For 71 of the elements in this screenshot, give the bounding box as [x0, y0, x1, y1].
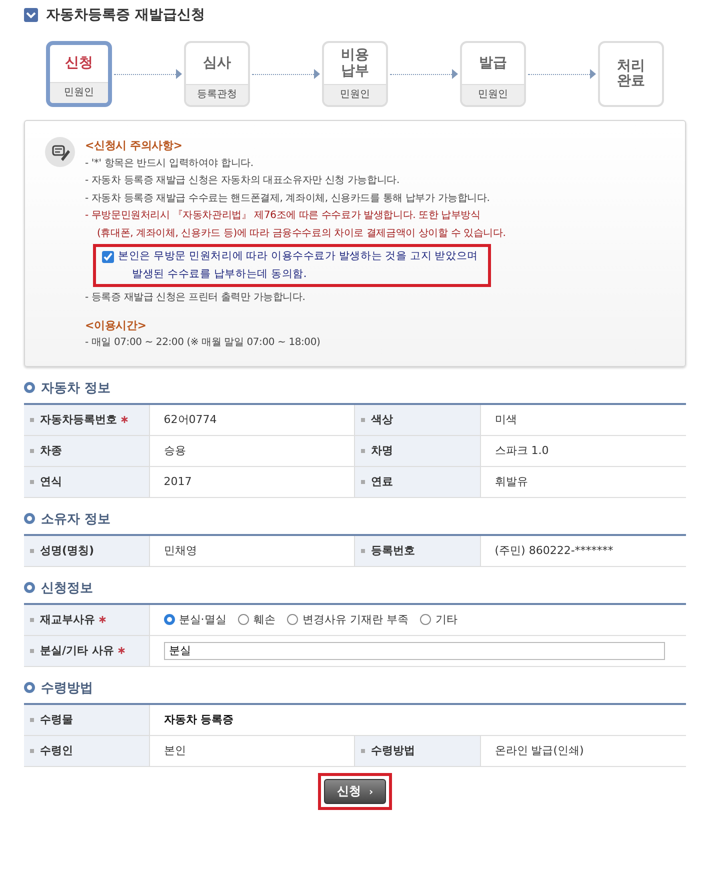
field-label: 색상: [370, 412, 393, 427]
bullet-icon: [30, 648, 34, 652]
field-label: 차종: [40, 443, 62, 458]
process-step: 신청 민원인: [46, 41, 112, 107]
field-label: 등록번호: [370, 543, 415, 558]
process-step: 심사 등록관청: [184, 41, 250, 107]
field-label: 연식: [40, 474, 62, 489]
page-title: 자동차등록증 재발급신청: [46, 6, 205, 24]
consent-text: 본인은 무방문 민원처리에 따라 이용수수료가 발생하는 것을 고지 받았으며 발생된 수수료를 납부하는데 동의함.: [118, 249, 478, 282]
consent-checkbox[interactable]: [102, 251, 114, 263]
field-label: 성명(명칭): [40, 543, 94, 558]
bullet-icon: [30, 548, 34, 552]
field-label: 차명: [370, 443, 393, 458]
radio-option[interactable]: 변경사유 기재란 부족: [287, 612, 408, 627]
bullet-icon: [360, 748, 365, 752]
bullet-icon: [360, 548, 365, 552]
field-label: 수령물: [40, 712, 73, 727]
process-step: 처리 완료: [598, 41, 664, 107]
notice-heading: <신청시 주의사항>: [85, 138, 184, 154]
reason-input[interactable]: 분실: [164, 642, 666, 660]
field-label: 수령인: [40, 743, 73, 758]
asterisk-icon: [118, 647, 125, 654]
section-title: 소유자 정보: [41, 510, 111, 528]
memo-icon: [45, 137, 75, 167]
section-title: 신청정보: [41, 580, 93, 596]
hours-heading: <이용시간>: [85, 318, 148, 334]
bullet-icon: [24, 382, 35, 393]
warning-text: - 무방문민원처리시 『자동차관리법』 제76조에 따른 수수료가 발생합니다. 또한 납부방식 (휴대폰, 계좌이체, 신용카드 등)에 따라 금융수수료의 차이로 결제금액이 상이할 수 있습니다.: [85, 208, 506, 240]
bullet-icon: [30, 748, 34, 752]
bullet-icon: [30, 718, 34, 722]
bullet-icon: [30, 418, 34, 422]
bullet-icon: [360, 480, 365, 484]
bullet-icon: [24, 513, 35, 524]
section-title: 수령방법: [41, 680, 93, 696]
field-label: 분실/기타 사유: [40, 643, 114, 658]
arrow-icon: [250, 69, 322, 79]
table-cell-text: 온라인 발급(인쇄): [494, 743, 585, 759]
hours-text: - 매일 07:00 ~ 22:00 (※ 매월 말일 07:00 ~ 18:00): [85, 336, 322, 350]
arrow-icon: [526, 69, 598, 79]
notice-text: - 등록증 재발급 신청은 프린터 출력만 가능합니다.: [85, 291, 306, 305]
section-title: 자동차 정보: [41, 380, 111, 396]
process-step: 비용 납부 민원인: [322, 41, 388, 107]
radio-option[interactable]: 기타: [420, 612, 458, 627]
notice-text: - 자동차 등록증 재발급 수수료는 핸드폰결제, 계좌이체, 신용카드를 통해 납부가 가능합니다.: [85, 192, 491, 206]
submit-button[interactable]: 신청 ›: [324, 778, 386, 804]
asterisk-icon: [121, 416, 128, 423]
field-label: 자동차등록번호: [40, 412, 117, 427]
field-label: 재교부사유: [40, 612, 95, 627]
field-label: 수령방법: [370, 743, 415, 758]
arrow-icon: [112, 69, 184, 79]
table-cell-text: (주민) 860222-*******: [494, 543, 614, 559]
bullet-icon: [30, 448, 34, 452]
table-cell-text: 자동차 등록증: [162, 712, 235, 728]
arrow-icon: [388, 69, 460, 79]
table-cell-text: 휘발유: [494, 474, 529, 490]
radio-option[interactable]: 분실·멸실: [164, 612, 226, 627]
field-label: 연료: [370, 474, 393, 489]
table-cell-text: 미색: [494, 412, 518, 428]
bullet-icon: [24, 682, 35, 693]
bullet-icon: [360, 448, 365, 452]
table-cell-text: 스파크 1.0: [494, 443, 550, 459]
bullet-icon: [360, 418, 365, 422]
bullet-icon: [24, 582, 35, 593]
radio-option[interactable]: 훼손: [238, 612, 276, 627]
checkbox-icon: [24, 8, 38, 22]
bullet-icon: [30, 480, 34, 484]
bullet-icon: [30, 618, 34, 622]
process-step: 발급 민원인: [460, 41, 526, 107]
notice-text: - '*' 항목은 반드시 입력하여야 합니다.: [85, 156, 254, 170]
asterisk-icon: [99, 616, 106, 623]
notice-text: - 자동차 등록증 재발급 신청은 자동차의 대표소유자만 신청 가능합니다.: [85, 174, 400, 188]
